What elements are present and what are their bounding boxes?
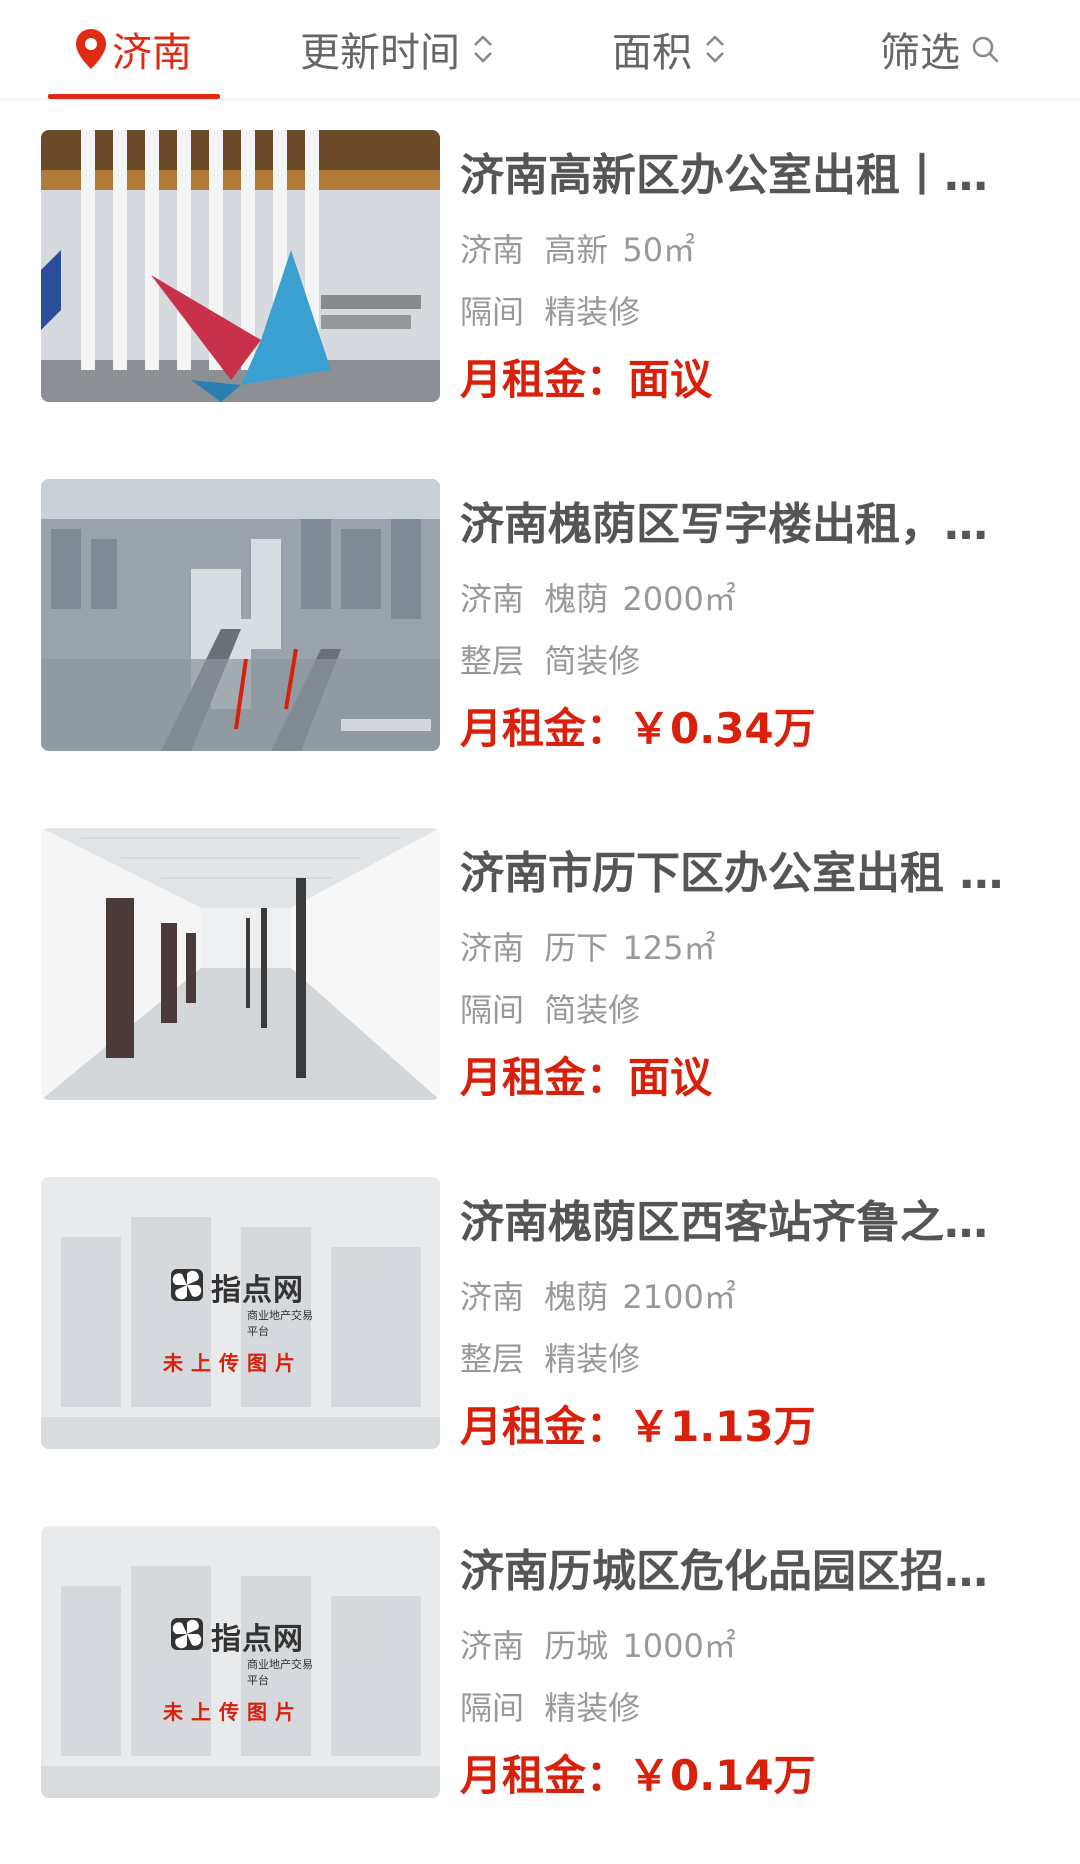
- listing-title: 济南市历下区办公室出租 …: [460, 848, 1004, 899]
- listing-title: 济南历城区危化品园区招…: [460, 1546, 988, 1597]
- listing-attributes: 隔间 简装修: [460, 990, 640, 1030]
- sort-by-area-label: 面积: [612, 30, 692, 76]
- listing-attributes: 整层 简装修: [460, 641, 640, 681]
- listing-attributes: 整层 精装修: [460, 1339, 640, 1379]
- city-filter-label: 济南: [112, 30, 192, 76]
- screen-filter-label: 筛选: [880, 30, 960, 76]
- placeholder-tagline: 商业地产交易平台: [247, 1658, 313, 1687]
- sort-by-update-time-label: 更新时间: [300, 30, 460, 76]
- listing-rent: 月租金：面议: [460, 355, 713, 404]
- listing-district: 历下: [544, 929, 609, 967]
- listing-size: 2100㎡: [622, 1278, 736, 1316]
- listing-decoration: 简装修: [544, 991, 641, 1029]
- listing-city: 济南: [460, 580, 525, 618]
- listing-card[interactable]: 济南高新区办公室出租丨… 济南 高新 50㎡ 隔间 精装修 月租金：面议: [0, 130, 1080, 420]
- listing-location: 济南 槐荫 2000㎡: [460, 579, 736, 619]
- sort-updown-icon: [706, 35, 724, 63]
- listing-photo: [41, 828, 440, 1100]
- sort-by-update-time[interactable]: 更新时间: [300, 0, 496, 98]
- listing-title: 济南槐荫区写字楼出租，…: [460, 499, 988, 550]
- listing-layout: 隔间: [460, 1689, 525, 1727]
- sort-updown-icon: [474, 35, 492, 63]
- listing-city: 济南: [460, 1278, 525, 1316]
- aerial-city-image: [41, 479, 440, 751]
- placeholder-note: 未上传图片: [163, 1700, 303, 1724]
- listing-district: 高新: [544, 231, 609, 269]
- office-lobby-image: [41, 130, 440, 402]
- pinwheel-logo-icon: [171, 1269, 203, 1301]
- listing-card[interactable]: 济南市历下区办公室出租 … 济南 历下 125㎡ 隔间 简装修 月租金：面议: [0, 828, 1080, 1118]
- screen-filter-button[interactable]: 筛选: [880, 0, 1000, 98]
- listing-photo-placeholder: 指点网 商业地产交易平台 未上传图片: [41, 1526, 440, 1798]
- listing-rent: 月租金：￥1.13万: [460, 1402, 816, 1451]
- listing-size: 1000㎡: [622, 1627, 736, 1665]
- listing-attributes: 隔间 精装修: [460, 292, 640, 332]
- listing-size: 2000㎡: [622, 580, 736, 618]
- listing-location: 济南 高新 50㎡: [460, 230, 695, 270]
- listing-city: 济南: [460, 929, 525, 967]
- listing-layout: 整层: [460, 642, 525, 680]
- listing-card[interactable]: 指点网 商业地产交易平台 未上传图片 济南历城区危化品园区招… 济南 历城 10…: [0, 1526, 1080, 1816]
- listing-district: 历城: [544, 1627, 609, 1665]
- city-filter[interactable]: 济南: [74, 0, 192, 98]
- location-pin-icon: [76, 29, 106, 69]
- listing-size: 50㎡: [622, 231, 696, 269]
- listing-city: 济南: [460, 1627, 525, 1665]
- listing-district: 槐荫: [544, 580, 609, 618]
- filter-bar: 济南 更新时间 面积 筛选: [0, 0, 1080, 100]
- sort-by-area[interactable]: 面积: [612, 0, 728, 98]
- listing-title: 济南槐荫区西客站齐鲁之…: [460, 1197, 988, 1248]
- placeholder-tagline: 商业地产交易平台: [247, 1309, 313, 1338]
- corridor-interior-image: [41, 828, 440, 1100]
- placeholder-note: 未上传图片: [163, 1351, 303, 1375]
- search-icon: [972, 36, 999, 63]
- listing-size: 125㎡: [622, 929, 716, 967]
- listing-rent: 月租金：￥0.34万: [460, 704, 816, 753]
- listing-location: 济南 历下 125㎡: [460, 928, 715, 968]
- listing-card[interactable]: 济南槐荫区写字楼出租，… 济南 槐荫 2000㎡ 整层 简装修 月租金：￥0.3…: [0, 479, 1080, 769]
- active-tab-indicator: [48, 94, 220, 99]
- listing-photo: [41, 130, 440, 402]
- listing-title: 济南高新区办公室出租丨…: [460, 150, 988, 201]
- listing-rent: 月租金：￥0.14万: [460, 1751, 816, 1800]
- listing-location: 济南 历城 1000㎡: [460, 1626, 736, 1666]
- placeholder-logo: 指点网 商业地产交易平台 未上传图片: [163, 1614, 321, 1725]
- listing-card[interactable]: 指点网 商业地产交易平台 未上传图片 济南槐荫区西客站齐鲁之… 济南 槐荫 21…: [0, 1177, 1080, 1467]
- listing-decoration: 精装修: [544, 1689, 641, 1727]
- listing-layout: 整层: [460, 1340, 525, 1378]
- listing-decoration: 精装修: [544, 293, 641, 331]
- listing-district: 槐荫: [544, 1278, 609, 1316]
- listing-decoration: 精装修: [544, 1340, 641, 1378]
- placeholder-brand: 指点网: [211, 1622, 304, 1657]
- listing-rent: 月租金：面议: [460, 1053, 713, 1102]
- pinwheel-logo-icon: [171, 1618, 203, 1650]
- listing-layout: 隔间: [460, 293, 525, 331]
- listing-location: 济南 槐荫 2100㎡: [460, 1277, 736, 1317]
- listing-city: 济南: [460, 231, 525, 269]
- listing-layout: 隔间: [460, 991, 525, 1029]
- listing-decoration: 简装修: [544, 642, 641, 680]
- listing-photo-placeholder: 指点网 商业地产交易平台 未上传图片: [41, 1177, 440, 1449]
- listing-attributes: 隔间 精装修: [460, 1688, 640, 1728]
- placeholder-brand: 指点网: [211, 1273, 304, 1308]
- placeholder-logo: 指点网 商业地产交易平台 未上传图片: [163, 1265, 321, 1376]
- listing-photo: [41, 479, 440, 751]
